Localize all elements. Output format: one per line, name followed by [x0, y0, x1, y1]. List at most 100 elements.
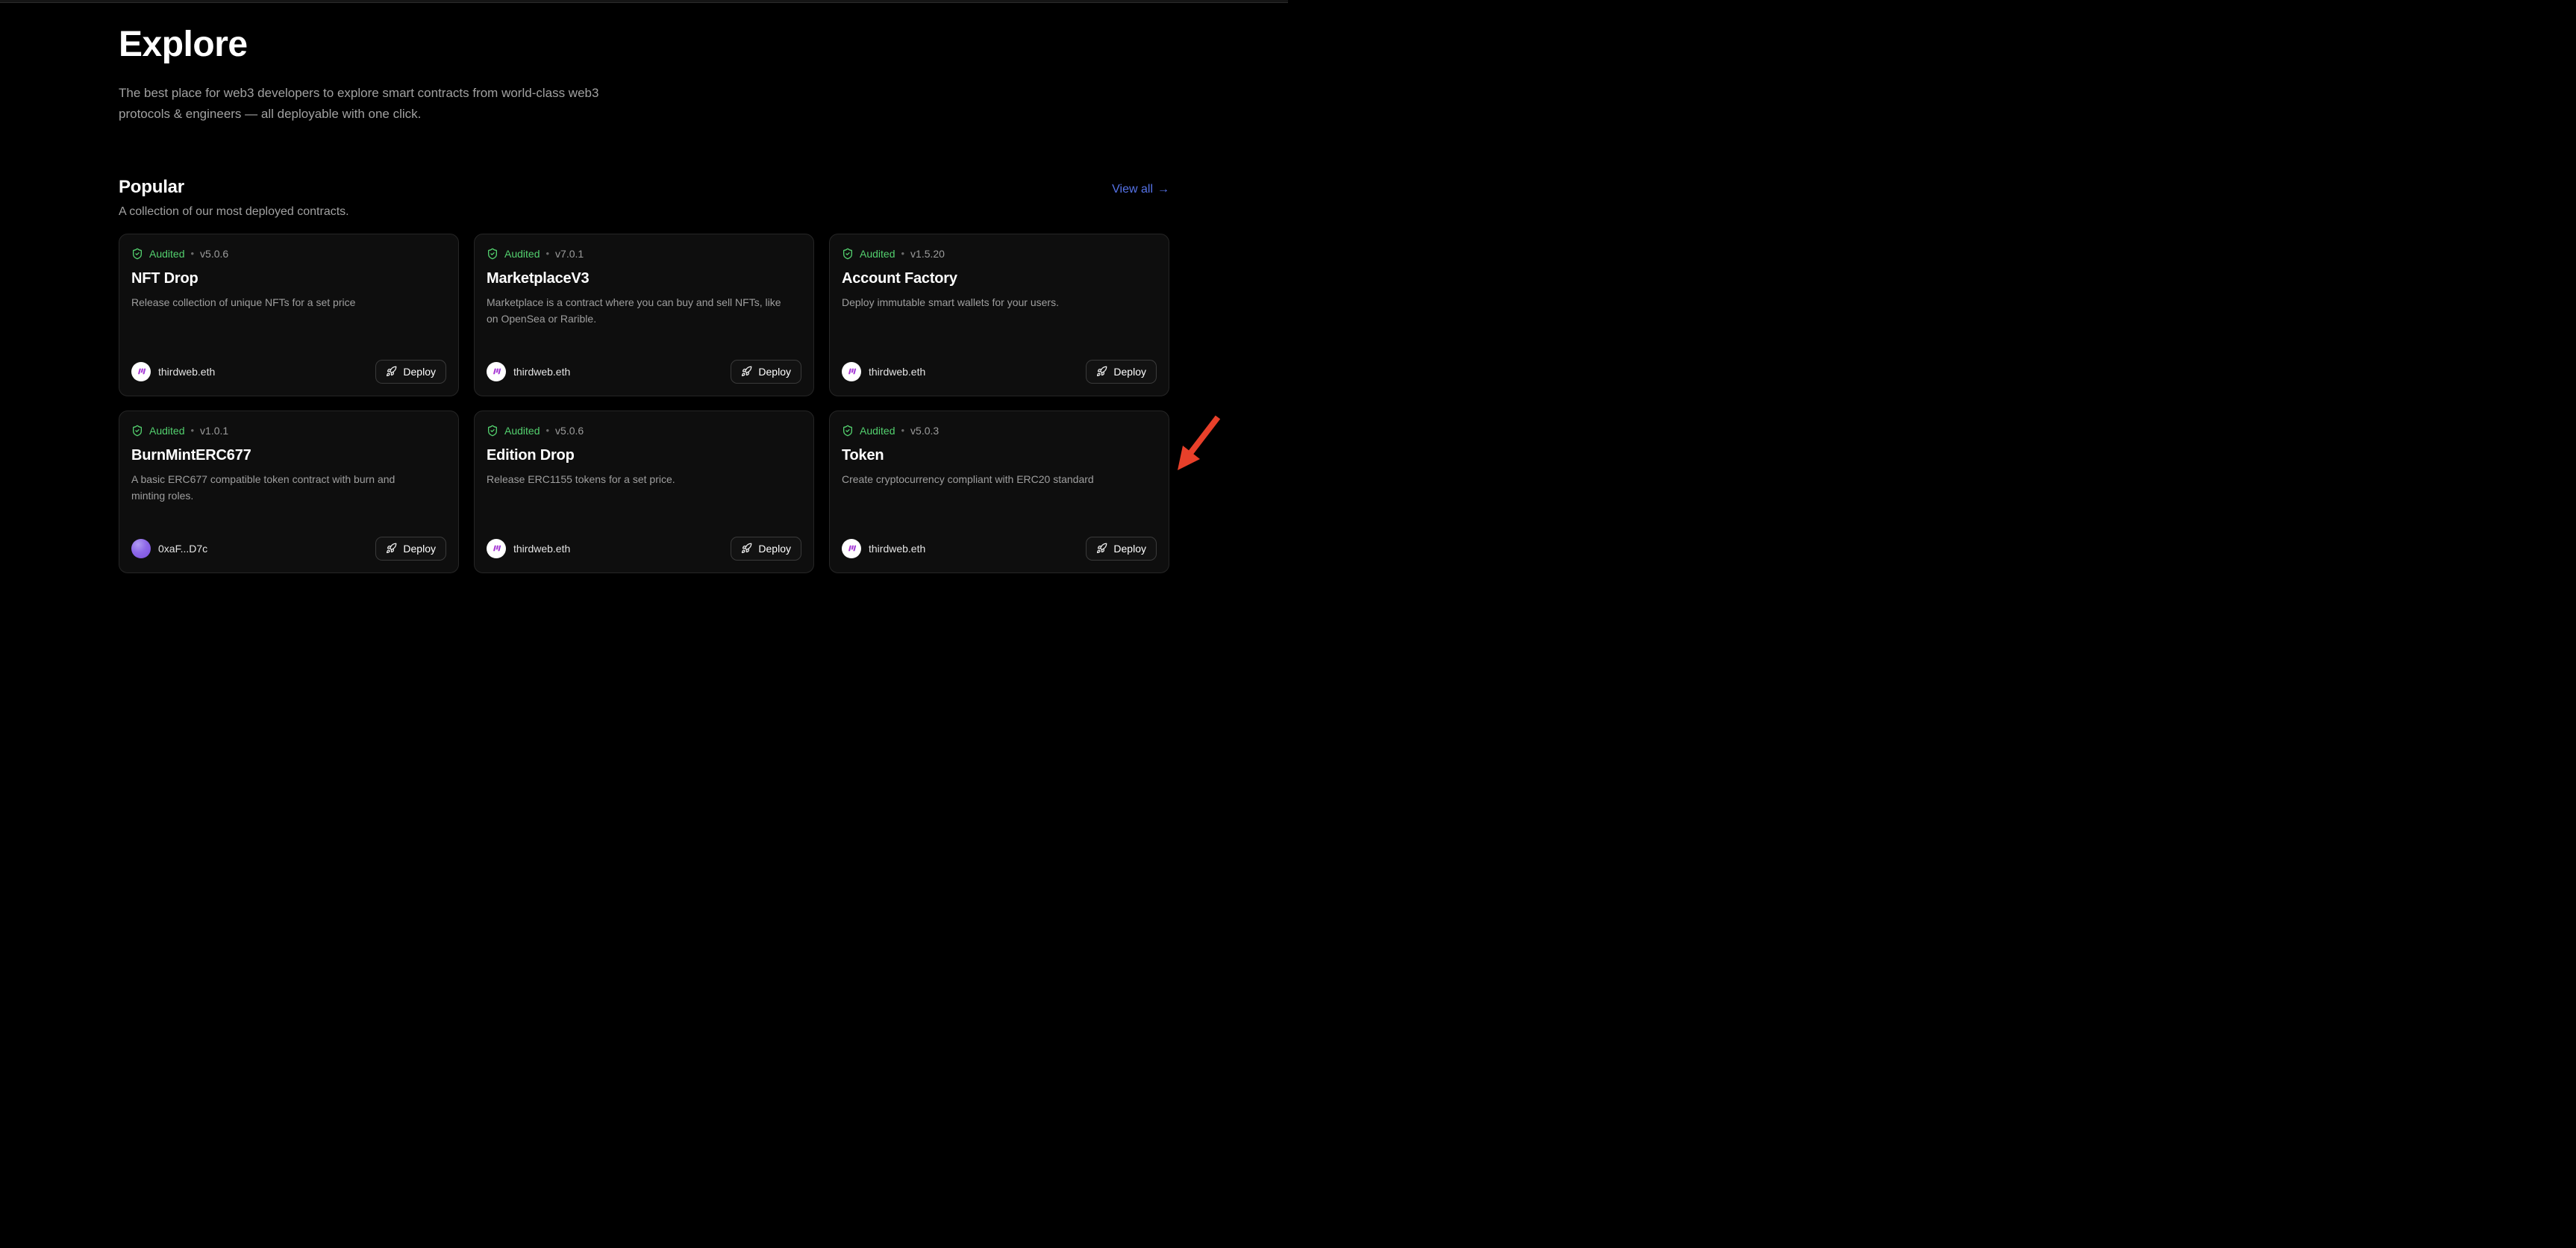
contracts-grid: Audited • v5.0.6 NFT Drop Release collec… — [119, 234, 1169, 573]
rocket-icon — [741, 366, 752, 377]
rocket-icon — [386, 543, 397, 554]
deploy-label: Deploy — [758, 543, 791, 555]
contract-title: Token — [842, 447, 1157, 464]
publisher-link[interactable]: thirdweb.eth — [842, 539, 925, 558]
badge-row: Audited • v5.0.3 — [842, 425, 1157, 437]
contract-card[interactable]: Audited • v1.0.1 BurnMintERC677 A basic … — [119, 411, 459, 573]
contract-version: v5.0.6 — [555, 425, 584, 437]
audited-badge: Audited — [149, 248, 184, 260]
publisher-name: 0xaF...D7c — [158, 543, 207, 555]
deploy-button[interactable]: Deploy — [1086, 360, 1157, 384]
contract-title: MarketplaceV3 — [487, 270, 801, 287]
publisher-name: thirdweb.eth — [869, 366, 925, 378]
popular-description: A collection of our most deployed contra… — [119, 205, 1169, 219]
audited-badge: Audited — [860, 425, 895, 437]
contract-card[interactable]: Audited • v1.5.20 Account Factory Deploy… — [829, 234, 1169, 396]
dot-separator: • — [901, 425, 904, 435]
contract-description: Marketplace is a contract where you can … — [487, 295, 801, 327]
explore-page: Explore The best place for web3 develope… — [0, 0, 1288, 624]
shield-check-icon — [487, 425, 498, 437]
view-all-link[interactable]: View all → — [1112, 183, 1169, 196]
publisher-link[interactable]: thirdweb.eth — [487, 539, 570, 558]
publisher-link[interactable]: thirdweb.eth — [842, 362, 925, 381]
audited-badge: Audited — [860, 248, 895, 260]
deploy-label: Deploy — [403, 543, 436, 555]
page-subtitle: The best place for web3 developers to ex… — [119, 83, 701, 125]
deploy-button[interactable]: Deploy — [375, 537, 446, 561]
rocket-icon — [386, 366, 397, 377]
dot-separator: • — [190, 425, 194, 435]
publisher-link[interactable]: thirdweb.eth — [487, 362, 570, 381]
thirdweb-logo-avatar — [842, 539, 861, 558]
publisher-name: thirdweb.eth — [513, 366, 570, 378]
publisher-name: thirdweb.eth — [158, 366, 215, 378]
contract-description: A basic ERC677 compatible token contract… — [131, 472, 446, 504]
deploy-label: Deploy — [403, 366, 436, 378]
audited-badge: Audited — [504, 425, 540, 437]
card-footer: 0xaF...D7c Deploy — [131, 537, 446, 561]
address-gradient-avatar — [131, 539, 151, 558]
badge-row: Audited • v5.0.6 — [487, 425, 801, 437]
annotation-red-arrow — [1168, 407, 1228, 481]
page-title: Explore — [119, 25, 1169, 65]
dot-separator: • — [901, 249, 904, 258]
audited-badge: Audited — [149, 425, 184, 437]
contract-version: v5.0.3 — [910, 425, 939, 437]
main-content: Explore The best place for web3 develope… — [119, 3, 1169, 573]
contract-version: v1.0.1 — [200, 425, 228, 437]
thirdweb-logo-avatar — [487, 539, 506, 558]
deploy-button[interactable]: Deploy — [731, 360, 801, 384]
contract-card[interactable]: Audited • v5.0.6 Edition Drop Release ER… — [474, 411, 814, 573]
dot-separator: • — [190, 249, 194, 258]
deploy-button[interactable]: Deploy — [1086, 537, 1157, 561]
contract-card[interactable]: Audited • v7.0.1 MarketplaceV3 Marketpla… — [474, 234, 814, 396]
publisher-name: thirdweb.eth — [513, 543, 570, 555]
rocket-icon — [1096, 543, 1107, 554]
deploy-label: Deploy — [758, 366, 791, 378]
badge-row: Audited • v7.0.1 — [487, 248, 801, 260]
thirdweb-logo-avatar — [842, 362, 861, 381]
publisher-link[interactable]: thirdweb.eth — [131, 362, 215, 381]
badge-row: Audited • v1.5.20 — [842, 248, 1157, 260]
shield-check-icon — [131, 248, 143, 260]
card-footer: thirdweb.eth Deploy — [487, 360, 801, 384]
deploy-button[interactable]: Deploy — [375, 360, 446, 384]
shield-check-icon — [131, 425, 143, 437]
contract-card[interactable]: Audited • v5.0.6 NFT Drop Release collec… — [119, 234, 459, 396]
contract-card[interactable]: Audited • v5.0.3 Token Create cryptocurr… — [829, 411, 1169, 573]
badge-row: Audited • v5.0.6 — [131, 248, 446, 260]
card-footer: thirdweb.eth Deploy — [487, 537, 801, 561]
contract-description: Deploy immutable smart wallets for your … — [842, 295, 1157, 311]
contract-version: v1.5.20 — [910, 248, 945, 260]
rocket-icon — [1096, 366, 1107, 377]
contract-version: v7.0.1 — [555, 248, 584, 260]
contract-description: Create cryptocurrency compliant with ERC… — [842, 472, 1157, 488]
deploy-label: Deploy — [1113, 543, 1146, 555]
shield-check-icon — [487, 248, 498, 260]
contract-title: BurnMintERC677 — [131, 447, 446, 464]
card-footer: thirdweb.eth Deploy — [131, 360, 446, 384]
contract-title: Edition Drop — [487, 447, 801, 464]
thirdweb-logo-avatar — [131, 362, 151, 381]
publisher-link[interactable]: 0xaF...D7c — [131, 539, 207, 558]
card-footer: thirdweb.eth Deploy — [842, 360, 1157, 384]
rocket-icon — [741, 543, 752, 554]
view-all-label: View all — [1112, 183, 1153, 196]
popular-heading: Popular — [119, 177, 184, 198]
deploy-button[interactable]: Deploy — [731, 537, 801, 561]
publisher-name: thirdweb.eth — [869, 543, 925, 555]
shield-check-icon — [842, 425, 854, 437]
contract-title: Account Factory — [842, 270, 1157, 287]
card-footer: thirdweb.eth Deploy — [842, 537, 1157, 561]
right-arrow-icon: → — [1157, 183, 1169, 196]
contract-title: NFT Drop — [131, 270, 446, 287]
audited-badge: Audited — [504, 248, 540, 260]
dot-separator: • — [545, 425, 549, 435]
dot-separator: • — [545, 249, 549, 258]
deploy-label: Deploy — [1113, 366, 1146, 378]
contract-description: Release collection of unique NFTs for a … — [131, 295, 446, 311]
thirdweb-logo-avatar — [487, 362, 506, 381]
popular-section-header: Popular View all → — [119, 177, 1169, 198]
shield-check-icon — [842, 248, 854, 260]
contract-version: v5.0.6 — [200, 248, 228, 260]
